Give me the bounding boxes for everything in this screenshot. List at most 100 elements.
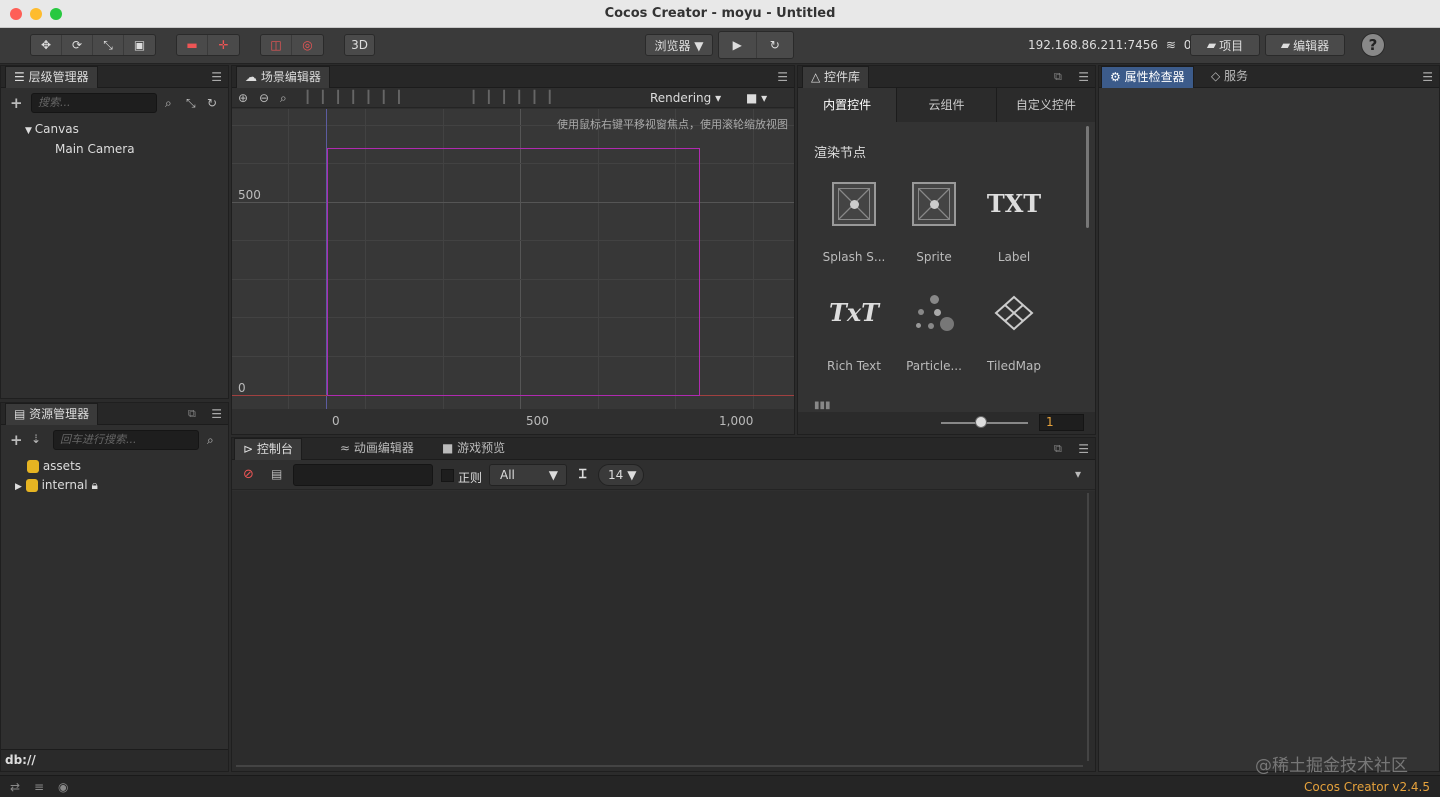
play-button[interactable]: ▶ xyxy=(719,32,757,58)
tab-service[interactable]: ◇ 服务 xyxy=(1203,66,1256,88)
zoom-in-icon[interactable]: ⊕ xyxy=(238,91,248,105)
widgets-zoom-bar: 1 xyxy=(798,412,1095,434)
y-axis-label: 0 xyxy=(238,381,246,395)
tab-console[interactable]: ⊳ 控制台 xyxy=(234,438,302,460)
browser-select[interactable]: 浏览器 ▼ xyxy=(645,34,713,56)
scale-tool-button[interactable]: ⤡ xyxy=(93,35,124,55)
particle-icon xyxy=(912,291,956,335)
hierarchy-panel: ☰ 层级管理器 ☰ + 搜索... ⌕ ⤡ ↻ ▼ Canvas Main Ca… xyxy=(0,65,229,399)
folder-icon: ▰ xyxy=(1280,38,1291,52)
widget-particle[interactable]: Particle... xyxy=(894,287,974,377)
scene-hint: 使用鼠标右键平移视窗焦点，使用滚轮缩放视图 xyxy=(557,118,788,131)
collapse-console-icon[interactable]: ▾ xyxy=(1075,467,1081,481)
distribute-tools-icon[interactable]: ┃┃┃┃┃┃ xyxy=(470,90,561,104)
align-tools-icon[interactable]: ┃┃┃┃┃┃┃ xyxy=(304,90,411,104)
pivot-button[interactable]: ▬ xyxy=(177,35,208,55)
camera-icon[interactable]: ■ ▾ xyxy=(746,91,767,105)
menu-icon[interactable]: ☰ xyxy=(211,70,222,84)
regex-checkbox[interactable] xyxy=(441,469,454,482)
tab-hierarchy[interactable]: ☰ 层级管理器 xyxy=(5,66,98,88)
scene-viewport[interactable]: 500 0 0 500 1,000 使用鼠标右键平移视窗焦点，使用滚轮缩放视图 xyxy=(232,109,794,434)
add-asset-button[interactable]: + xyxy=(10,431,23,449)
main-toolbar: ✥ ⟳ ⤡ ▣ ▬ ✛ ◫ ◎ 3D 浏览器 ▼ ▶ ↻ 192.168.86.… xyxy=(0,28,1440,64)
tab-assets[interactable]: ▤ 资源管理器 xyxy=(5,403,99,425)
terminal-icon: ⊳ xyxy=(243,442,257,456)
rect-tool-button[interactable]: ▣ xyxy=(124,35,155,55)
sort-icon[interactable]: ⇣ xyxy=(31,432,41,446)
log-level-select[interactable]: All ▼ xyxy=(489,464,567,486)
widget-sprite[interactable]: Sprite xyxy=(894,178,974,268)
project-button[interactable]: ▰ 项目 xyxy=(1190,34,1260,56)
popout-icon[interactable]: ⧉ xyxy=(1054,442,1062,456)
x-ruler xyxy=(232,409,794,434)
refresh-icon[interactable]: ↻ xyxy=(207,96,217,110)
tab-animation[interactable]: ≈ 动画编辑器 xyxy=(332,438,422,460)
pivot-group: ▬ ✛ xyxy=(176,34,240,56)
search-icon[interactable]: ⌕ xyxy=(165,96,172,111)
menu-icon[interactable]: ☰ xyxy=(1078,442,1089,456)
scrollbar[interactable] xyxy=(1086,126,1089,228)
collapse-icon[interactable]: ⤡ xyxy=(186,96,196,111)
popout-icon[interactable]: ⧉ xyxy=(1054,70,1062,84)
subtab-builtin[interactable]: 内置控件 xyxy=(798,88,897,122)
subtab-custom[interactable]: 自定义控件 xyxy=(995,88,1095,122)
folder-icon: ▰ xyxy=(1206,38,1217,52)
menu-icon[interactable]: ☰ xyxy=(211,407,222,421)
font-size-select[interactable]: 14 ▼ xyxy=(598,464,644,486)
refresh-button[interactable]: ↻ xyxy=(757,32,794,58)
zoom-out-icon[interactable]: ⊖ xyxy=(259,91,269,105)
sync-icon[interactable]: ⇄ xyxy=(10,780,20,794)
help-button[interactable]: ? xyxy=(1361,33,1385,57)
window-title: Cocos Creator - moyu - Untitled xyxy=(604,6,836,21)
snap-rect-button[interactable]: ◫ xyxy=(261,35,292,55)
3d-mode-button[interactable]: 3D xyxy=(344,34,375,56)
clear-icon[interactable]: ⊘ xyxy=(243,467,254,482)
asset-item-internal[interactable]: ▶ internal 🔒︎ xyxy=(15,478,98,493)
snap-circle-button[interactable]: ◎ xyxy=(292,35,323,55)
zoom-value-input[interactable]: 1 xyxy=(1039,414,1084,431)
menu-icon[interactable]: ☰ xyxy=(1422,70,1433,84)
horizontal-scrollbar[interactable] xyxy=(236,765,1083,767)
widget-tiledmap[interactable]: TiledMap xyxy=(974,287,1054,377)
database-icon[interactable]: ≡ xyxy=(34,780,44,794)
console-toolbar: ⊘ ▤ 正则 All ▼ Ꮖ 14 ▼ ▾ xyxy=(232,460,1095,490)
move-tool-button[interactable]: ✥ xyxy=(31,35,62,55)
preview-group: ▶ ↻ xyxy=(718,31,794,59)
eye-icon[interactable]: ◉ xyxy=(58,780,68,794)
scrollbar[interactable] xyxy=(1087,493,1089,761)
search-icon[interactable]: ⌕ xyxy=(207,433,214,448)
tab-scene[interactable]: ☁ 场景编辑器 xyxy=(236,66,330,88)
tab-game-preview[interactable]: ■ 游戏预览 xyxy=(434,438,513,460)
popout-icon[interactable]: ⧉ xyxy=(188,407,196,421)
scene-toolbar: ⊕ ⊖ ⌕ ┃┃┃┃┃┃┃ ┃┃┃┃┃┃ Rendering ▾ ■ ▾ xyxy=(232,88,794,108)
widget-splash[interactable]: Splash S... xyxy=(814,178,894,268)
tree-node-canvas[interactable]: ▼ Canvas xyxy=(25,122,79,136)
editor-button[interactable]: ▰ 编辑器 xyxy=(1265,34,1345,56)
widget-label[interactable]: TXT Label xyxy=(974,178,1054,268)
add-node-button[interactable]: + xyxy=(10,94,23,112)
hierarchy-search-input[interactable]: 搜索... xyxy=(31,93,157,113)
menu-icon[interactable]: ☰ xyxy=(777,70,788,84)
log-file-icon[interactable]: ▤ xyxy=(271,467,282,481)
rotate-tool-button[interactable]: ⟳ xyxy=(62,35,93,55)
transform-tool-group: ✥ ⟳ ⤡ ▣ xyxy=(30,34,156,56)
sprite-icon xyxy=(912,182,956,226)
subtab-cloud[interactable]: 云组件 xyxy=(896,88,995,122)
widget-richtext[interactable]: TxT Rich Text xyxy=(814,287,894,377)
rendering-select[interactable]: Rendering ▾ xyxy=(650,91,721,105)
asset-item-assets[interactable]: assets xyxy=(27,459,81,473)
console-output[interactable] xyxy=(232,491,1095,771)
title-bar: Cocos Creator - moyu - Untitled xyxy=(0,0,1440,28)
tab-widgets[interactable]: △ 控件库 xyxy=(802,66,870,88)
tab-inspector[interactable]: ⚙ 属性检查器 xyxy=(1101,66,1194,88)
local-button[interactable]: ✛ xyxy=(208,35,239,55)
console-panel: ⊳ 控制台 ≈ 动画编辑器 ■ 游戏预览 ⧉ ☰ ⊘ ▤ 正则 All ▼ Ꮖ 1… xyxy=(231,437,1096,772)
assets-search-input[interactable]: 回车进行搜索... xyxy=(53,430,199,450)
zoom-reset-icon[interactable]: ⌕ xyxy=(280,91,287,106)
menu-icon[interactable]: ☰ xyxy=(1078,70,1089,84)
wifi-icon: ≋ xyxy=(1165,38,1176,52)
console-filter-input[interactable] xyxy=(293,464,433,486)
assets-panel: ▤ 资源管理器 ⧉ ☰ + ⇣ 回车进行搜索... ⌕ assets ▶ int… xyxy=(0,402,229,772)
zoom-slider-thumb[interactable] xyxy=(975,416,987,428)
tree-node-main-camera[interactable]: Main Camera xyxy=(55,142,135,156)
